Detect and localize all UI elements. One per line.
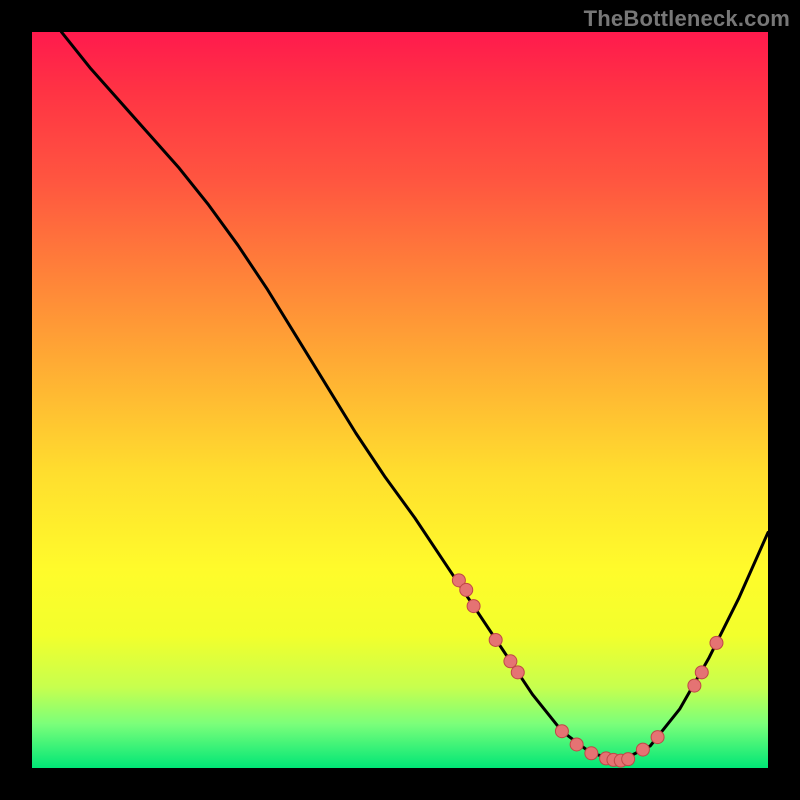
data-points bbox=[452, 574, 723, 767]
curve-path bbox=[61, 32, 768, 761]
chart-svg bbox=[32, 32, 768, 768]
plot-area bbox=[32, 32, 768, 768]
watermark-text: TheBottleneck.com bbox=[584, 6, 790, 32]
chart-container: TheBottleneck.com bbox=[0, 0, 800, 800]
